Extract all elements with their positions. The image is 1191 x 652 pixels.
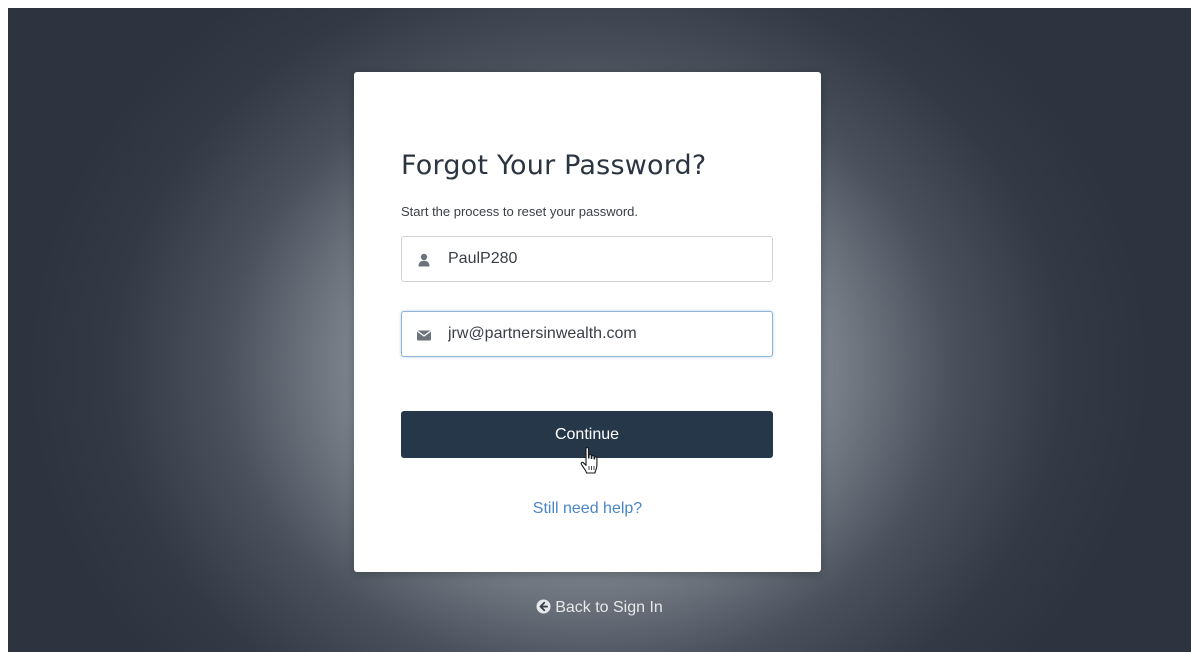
- username-input[interactable]: [448, 237, 758, 281]
- email-field[interactable]: [401, 311, 773, 357]
- username-field[interactable]: [401, 236, 773, 282]
- back-to-sign-in-link[interactable]: Back to Sign In: [8, 599, 1191, 617]
- user-icon: [418, 253, 430, 267]
- still-need-help-link[interactable]: Still need help?: [354, 500, 821, 518]
- hand-cursor-icon: [580, 446, 598, 474]
- circle-arrow-left-icon: [536, 599, 551, 614]
- email-input[interactable]: [448, 312, 758, 356]
- envelope-icon: [416, 330, 432, 341]
- page-title: Forgot Your Password?: [401, 150, 707, 181]
- page-subtitle: Start the process to reset your password…: [401, 204, 638, 219]
- page-background: Forgot Your Password? Start the process …: [8, 8, 1191, 652]
- forgot-password-card: Forgot Your Password? Start the process …: [354, 72, 821, 572]
- back-to-sign-in-label: Back to Sign In: [555, 599, 663, 616]
